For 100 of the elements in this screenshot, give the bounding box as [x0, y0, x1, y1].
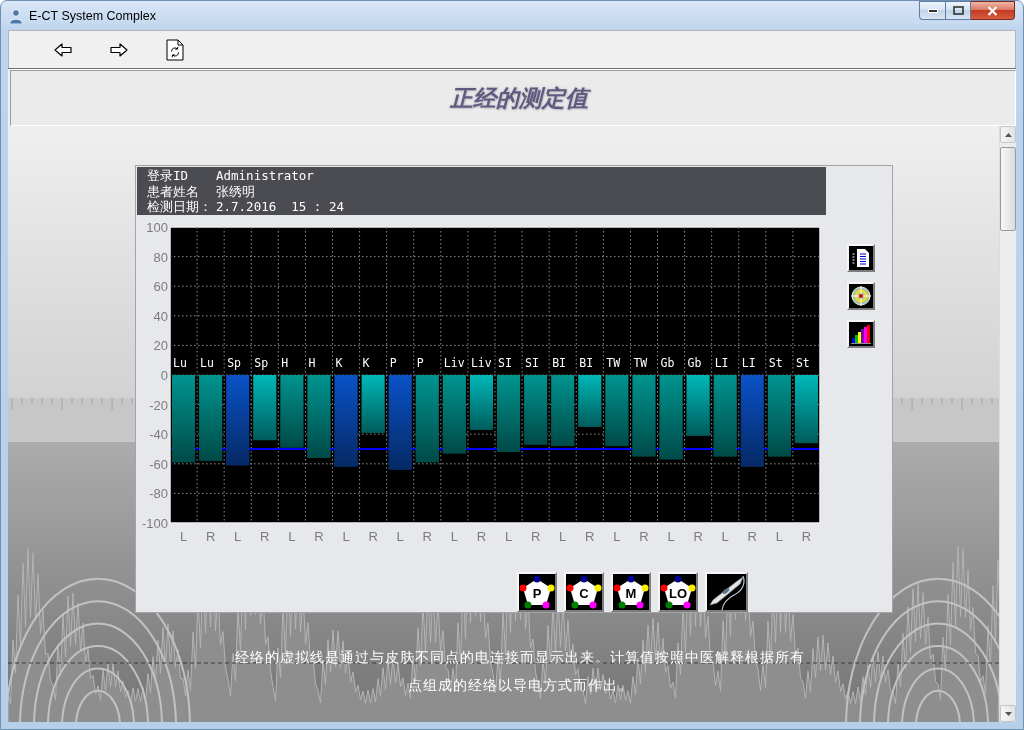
- pentagon-button[interactable]: C: [564, 572, 604, 612]
- minimize-icon: [927, 8, 938, 13]
- bar: [361, 375, 385, 433]
- target-button[interactable]: [847, 282, 875, 310]
- axis-label: R: [747, 529, 757, 544]
- axis-label: 80: [153, 249, 168, 265]
- refresh-document-icon: [166, 38, 184, 61]
- bar-label: Gb: [660, 356, 675, 370]
- right-arrow-icon: [110, 42, 128, 57]
- axis-label: -100: [141, 516, 168, 531]
- bar-label: SI: [498, 356, 512, 370]
- axis-label: 60: [153, 279, 168, 295]
- bar-label: Lu: [173, 356, 187, 370]
- bar-label: Liv: [443, 356, 465, 370]
- bar-label: H: [281, 356, 289, 370]
- bar-label: TW: [606, 356, 621, 370]
- bar-label: H: [308, 356, 316, 370]
- info-label: 检测日期：: [147, 199, 212, 215]
- bar-label: Sp: [227, 356, 242, 370]
- axis-label: L: [775, 529, 783, 544]
- axis-label: R: [585, 529, 595, 544]
- minimize-button[interactable]: [919, 1, 945, 20]
- info-value: 张绣明: [216, 183, 255, 199]
- down-caret-icon: [1004, 711, 1012, 716]
- info-value: Administrator: [216, 168, 314, 184]
- axis-label: -20: [149, 397, 168, 413]
- axis-label: -40: [149, 427, 168, 443]
- bar-label: TW: [633, 356, 648, 370]
- axis-label: L: [504, 529, 513, 544]
- bar-label: Liv: [470, 356, 492, 370]
- pentagon-button[interactable]: P: [517, 572, 557, 612]
- bar-label: St: [768, 356, 783, 370]
- bar-label: BI: [579, 356, 594, 370]
- target-icon: [850, 285, 872, 307]
- bar-label: LI: [714, 356, 729, 370]
- description-text: 经络的虚拟线是通过与皮肤不同点的电连接而显示出来。计算值按照中医解释根据所有点组成的经络以导电方式而作出。: [234, 648, 806, 695]
- axis-label: L: [179, 529, 188, 544]
- pentagon-icon: [519, 574, 555, 610]
- bar-label: SI: [525, 356, 539, 370]
- left-arrow-icon: [54, 42, 72, 57]
- pentagon-icon: [566, 574, 602, 610]
- document-button[interactable]: [847, 244, 875, 272]
- axis-label: L: [234, 529, 242, 544]
- axis-label: R: [260, 529, 270, 544]
- pen-icon: [708, 574, 745, 610]
- axis-label: -80: [149, 486, 168, 502]
- axis-label: R: [368, 529, 378, 544]
- pentagon-icon: [660, 574, 696, 610]
- bar-label: Gb: [687, 356, 702, 370]
- bar-label: P: [416, 356, 424, 370]
- bar-chart-icon: [850, 323, 872, 345]
- refresh-button[interactable]: [163, 37, 187, 62]
- axis-label: L: [450, 529, 458, 544]
- axis-label: 20: [153, 338, 168, 354]
- scrollbar[interactable]: [999, 126, 1016, 722]
- probe-button[interactable]: [705, 572, 748, 612]
- scroll-up-button[interactable]: [1000, 126, 1016, 143]
- bar-label: LI: [741, 356, 756, 370]
- window-title: E-CT System Complex: [29, 8, 156, 23]
- axis-label: L: [721, 529, 729, 544]
- bar-label: St: [795, 356, 810, 370]
- bar: [469, 375, 493, 430]
- axis-label: R: [801, 529, 812, 544]
- info-value: 2.7.2016 15 : 24: [216, 199, 344, 215]
- axis-label: L: [613, 529, 621, 544]
- bar-label: Lu: [200, 356, 214, 370]
- scroll-down-button[interactable]: [1000, 705, 1016, 722]
- axis-label: R: [530, 529, 541, 544]
- axis-label: 40: [153, 308, 168, 324]
- axis-label: L: [667, 529, 675, 544]
- document-icon: [851, 248, 871, 268]
- axis-label: 0: [160, 368, 168, 383]
- axis-label: L: [342, 529, 350, 544]
- bar-label: K: [335, 356, 343, 370]
- axis-label: R: [205, 529, 216, 544]
- axis-label: L: [288, 529, 296, 544]
- scroll-thumb[interactable]: [1000, 147, 1016, 231]
- axis-label: R: [476, 529, 487, 544]
- axis-label: L: [396, 529, 404, 544]
- axis-label: 100: [146, 220, 168, 235]
- bar-label: P: [389, 356, 397, 370]
- close-icon: [987, 5, 998, 16]
- bar-label: BI: [552, 356, 567, 370]
- bar-label: Sp: [254, 356, 269, 370]
- pentagon-button[interactable]: M: [611, 572, 651, 612]
- axis-label: R: [314, 529, 324, 544]
- axis-label: L: [559, 529, 567, 544]
- person-icon: [8, 7, 24, 24]
- axis-label: R: [639, 529, 649, 544]
- pentagon-icon: [613, 574, 649, 610]
- maximize-button[interactable]: [945, 1, 971, 20]
- up-caret-icon: [1004, 132, 1012, 137]
- pentagon-button[interactable]: LO: [658, 572, 698, 612]
- bar: [578, 375, 602, 427]
- info-label: 患者姓名: [147, 183, 199, 199]
- chart-button[interactable]: [847, 320, 875, 348]
- axis-label: R: [422, 529, 432, 544]
- info-label: 登录ID: [147, 168, 189, 184]
- axis-label: R: [693, 529, 703, 544]
- close-button[interactable]: [971, 1, 1015, 20]
